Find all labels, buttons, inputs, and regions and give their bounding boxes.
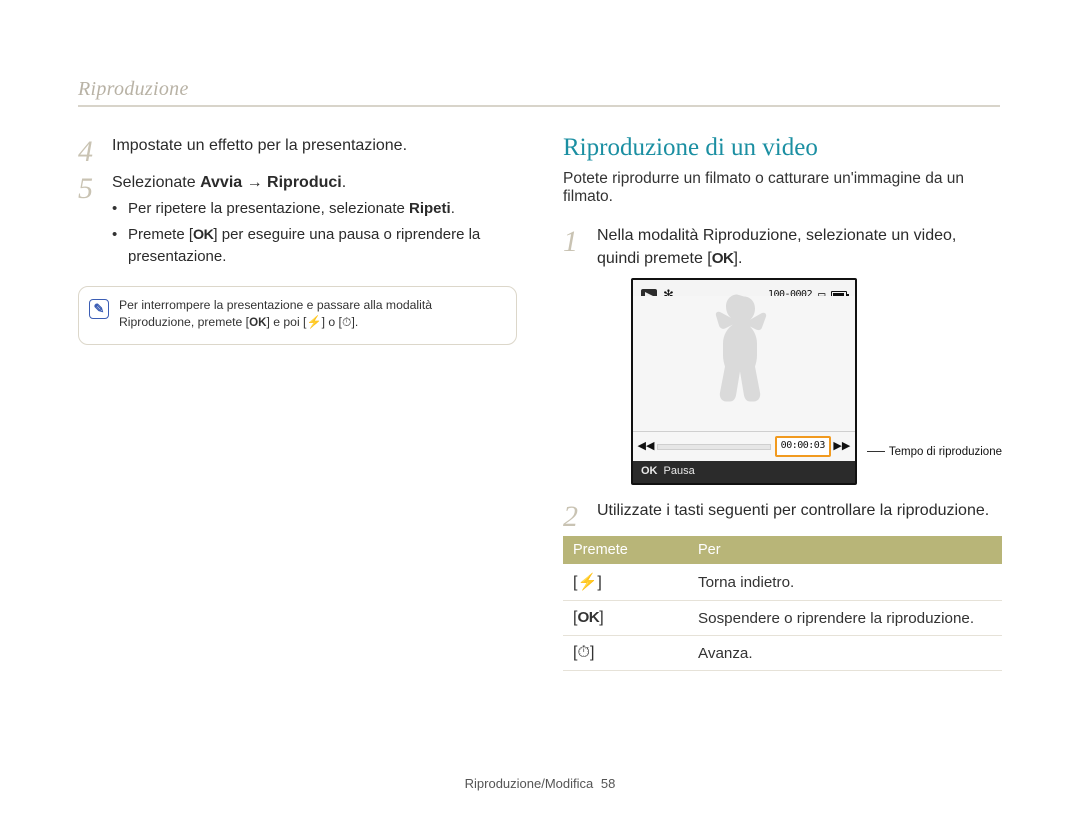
playback-time-annotation: Tempo di riproduzione xyxy=(867,444,1002,461)
row2-desc: Sospendere o riprendere la riproduzione. xyxy=(688,601,1002,636)
playback-time-label: Tempo di riproduzione xyxy=(889,446,1002,458)
table-row: [⏱] Avanza. xyxy=(563,636,1002,671)
progress-bar xyxy=(657,444,771,450)
camera-screenshot: ✻ 100-0002 ▭ xyxy=(631,278,857,484)
row1-key: [⚡] xyxy=(573,574,602,591)
forward-icon: ▶▶ xyxy=(835,439,849,455)
step1-ok: OK xyxy=(712,248,734,270)
rewind-icon: ◀◀ xyxy=(639,439,653,455)
bullet1-pre: Per ripetere la presentazione, seleziona… xyxy=(128,200,409,217)
timecode-badge: 00:00:03 xyxy=(775,436,831,457)
left-column: Impostate un effetto per la presentazion… xyxy=(78,134,517,671)
row2-key: [OK] xyxy=(573,609,604,626)
page-footer: Riproduzione/Modifica 58 xyxy=(0,776,1080,791)
bullet2-pre: Premete [ xyxy=(128,226,193,243)
ok-label: OK xyxy=(577,609,599,626)
step1-a: Nella modalità Riproduzione, selezionate… xyxy=(597,227,956,267)
th-to: Per xyxy=(688,536,1002,564)
note-c: ] o [ xyxy=(322,315,342,329)
bullet1-bold: Ripeti xyxy=(409,200,451,217)
note-icon: ✎ xyxy=(89,299,109,319)
running-head: Riproduzione xyxy=(78,78,1000,107)
step-5-pre: Selezionate xyxy=(112,174,200,191)
note-d: ]. xyxy=(351,315,358,329)
step-5-bold: Avvia → Riproduci xyxy=(200,174,342,191)
step2-text: Utilizzate i tasti seguenti per controll… xyxy=(597,502,989,519)
note-b: ] e poi [ xyxy=(266,315,306,329)
th-press: Premete xyxy=(563,536,688,564)
section-intro: Potete riprodurre un filmato o catturare… xyxy=(563,170,1002,206)
bullet1-post: . xyxy=(451,200,455,217)
step-5-post: . xyxy=(342,174,346,191)
table-row: [OK] Sospendere o riprendere la riproduz… xyxy=(563,601,1002,636)
timer-icon: ⏱ xyxy=(577,644,589,661)
note-box: ✎ Per interrompere la presentazione e pa… xyxy=(78,286,517,345)
note-ok: OK xyxy=(249,317,266,329)
step-5-bullet-pause: Premete [OK] per eseguire una pausa o ri… xyxy=(112,224,517,268)
flash-icon: ⚡ xyxy=(577,574,597,591)
step1-b: ]. xyxy=(734,250,743,267)
row3-desc: Avanza. xyxy=(688,636,1002,671)
pause-label: Pausa xyxy=(664,464,695,480)
step-5-bullet-repeat: Per ripetere la presentazione, seleziona… xyxy=(112,198,517,220)
section-heading: Riproduzione di un video xyxy=(563,134,1002,162)
pause-hint: OK Pausa xyxy=(633,461,855,483)
step-1: Nella modalità Riproduzione, selezionate… xyxy=(563,224,1002,485)
step-2: Utilizzate i tasti seguenti per controll… xyxy=(563,499,1002,522)
footer-section: Riproduzione/Modifica xyxy=(465,776,594,791)
row3-key: [⏱] xyxy=(573,644,594,661)
flash-icon: ⚡ xyxy=(306,315,321,329)
right-column: Riproduzione di un video Potete riprodur… xyxy=(563,134,1002,671)
ok-label: OK xyxy=(193,225,213,246)
video-progress: ◀◀ 00:00:03 ▶▶ xyxy=(633,431,855,461)
step-4: Impostate un effetto per la presentazion… xyxy=(78,134,517,157)
table-row: [⚡] Torna indietro. xyxy=(563,564,1002,601)
step-4-text: Impostate un effetto per la presentazion… xyxy=(112,137,407,154)
footer-page: 58 xyxy=(601,776,615,791)
controls-table: Premete Per [⚡] Torna indietro. [OK] Sos… xyxy=(563,536,1002,671)
row1-desc: Torna indietro. xyxy=(688,564,1002,601)
silhouette-icon xyxy=(699,292,789,422)
step-5: Selezionate Avvia → Riproduci. Per ripet… xyxy=(78,171,517,267)
pause-ok: OK xyxy=(641,464,658,480)
note-text: Per interrompere la presentazione e pass… xyxy=(119,297,502,332)
